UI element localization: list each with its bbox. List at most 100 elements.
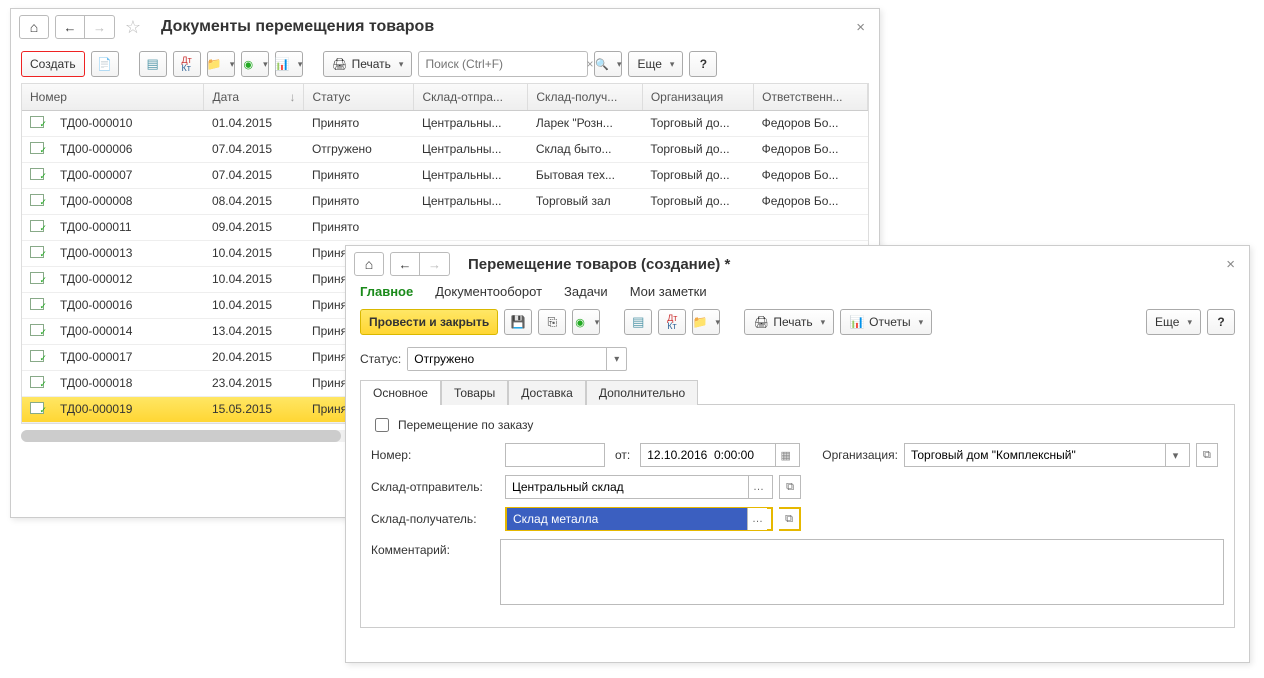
post-button[interactable] — [538, 309, 566, 335]
table-row[interactable]: ТД00-00001109.04.2015Принято — [22, 214, 868, 240]
back-button[interactable] — [55, 15, 85, 39]
cell-date: 10.04.2015 — [204, 292, 304, 318]
cell-org: Торговый до... — [642, 162, 753, 188]
search-options-button[interactable] — [594, 51, 622, 77]
favorite-button[interactable]: ☆ — [121, 17, 145, 38]
home-button[interactable] — [354, 252, 384, 276]
org-dropdown-button[interactable]: ▾ — [1165, 444, 1185, 466]
move-by-order-checkbox[interactable] — [375, 418, 389, 432]
print-button[interactable]: Печать — [744, 309, 834, 335]
table-row[interactable]: ТД00-00000707.04.2015ПринятоЦентральны..… — [22, 162, 868, 188]
subtab-main[interactable]: Основное — [360, 380, 441, 405]
date-input[interactable] — [641, 444, 775, 466]
recipient-select-button[interactable]: … — [747, 508, 767, 530]
status-combo[interactable]: ▾ — [407, 347, 627, 371]
list-button[interactable] — [624, 309, 652, 335]
create-button[interactable]: Создать — [21, 51, 85, 77]
cell-resp: Федоров Бо... — [754, 136, 868, 162]
recipient-open-button[interactable] — [779, 508, 799, 530]
subtab-additional[interactable]: Дополнительно — [586, 380, 698, 405]
help-button[interactable]: ? — [689, 51, 717, 77]
print-icon — [332, 56, 348, 72]
edo-button[interactable] — [572, 309, 600, 335]
number-input-wrap — [505, 443, 605, 467]
form-body: Перемещение по заказу Номер: от: Организ… — [360, 405, 1235, 628]
more-button[interactable]: Еще — [628, 51, 683, 77]
sender-open-button[interactable] — [780, 476, 800, 498]
status-dropdown-button[interactable]: ▾ — [606, 348, 626, 370]
tab-tasks[interactable]: Задачи — [564, 284, 608, 299]
search-box[interactable]: × — [418, 51, 588, 77]
help-button[interactable]: ? — [1207, 309, 1235, 335]
document-icon — [30, 324, 44, 336]
post-and-close-button[interactable]: Провести и закрыть — [360, 309, 498, 335]
scrollbar-thumb[interactable] — [21, 430, 341, 442]
recipient-input[interactable] — [507, 508, 747, 530]
tab-main[interactable]: Главное — [360, 284, 413, 299]
save-icon — [510, 314, 526, 330]
number-label: Номер: — [371, 448, 499, 462]
sender-select-button[interactable]: … — [748, 476, 768, 498]
org-input[interactable] — [905, 444, 1165, 466]
print-button[interactable]: Печать — [323, 51, 413, 77]
more-button[interactable]: Еще — [1146, 309, 1201, 335]
search-input[interactable] — [423, 56, 582, 72]
create-basis-button[interactable] — [207, 51, 235, 77]
recipient-input-wrap: … — [505, 507, 773, 531]
column-header[interactable]: Дата↓ — [204, 84, 304, 110]
column-header[interactable]: Склад-получ... — [528, 84, 642, 110]
forward-button[interactable] — [85, 15, 115, 39]
document-icon — [30, 194, 44, 206]
date-input-wrap — [640, 443, 800, 467]
sender-row: Склад-отправитель: … — [371, 475, 1224, 499]
copy-button[interactable] — [91, 51, 119, 77]
table-row[interactable]: ТД00-00000607.04.2015ОтгруженоЦентральны… — [22, 136, 868, 162]
save-button[interactable] — [504, 309, 532, 335]
subtab-delivery[interactable]: Доставка — [508, 380, 586, 405]
document-icon — [30, 116, 44, 128]
sender-input[interactable] — [506, 476, 748, 498]
magnifier-icon — [595, 56, 609, 72]
column-header[interactable]: Номер — [22, 84, 204, 110]
table-row[interactable]: ТД00-00001001.04.2015ПринятоЦентральны..… — [22, 110, 868, 136]
org-input-wrap: ▾ — [904, 443, 1190, 467]
cell-number: ТД00-000017 — [52, 344, 204, 370]
home-icon — [361, 256, 377, 272]
sender-label: Склад-отправитель: — [371, 480, 499, 494]
back-button[interactable] — [390, 252, 420, 276]
reports-button[interactable] — [275, 51, 303, 77]
dtkt-button[interactable]: ДтКт — [658, 309, 686, 335]
number-input[interactable] — [506, 444, 602, 466]
cell-to: Ларек "Розн... — [528, 110, 642, 136]
list-icon — [630, 314, 646, 330]
close-button[interactable]: × — [1220, 256, 1241, 273]
column-header[interactable]: Организация — [642, 84, 753, 110]
comment-textarea[interactable] — [500, 539, 1224, 605]
column-header[interactable]: Статус — [304, 84, 414, 110]
move-by-order-label: Перемещение по заказу — [398, 418, 533, 432]
create-basis-button[interactable] — [692, 309, 720, 335]
title-bar: ☆ Документы перемещения товаров × — [11, 9, 879, 45]
dtkt-button[interactable]: ДтКт — [173, 51, 201, 77]
org-open-button[interactable] — [1197, 444, 1217, 466]
recipient-label: Склад-получатель: — [371, 512, 499, 526]
forward-button[interactable] — [420, 252, 450, 276]
list-button[interactable] — [139, 51, 167, 77]
column-header[interactable]: Склад-отпра... — [414, 84, 528, 110]
cell-from: Центральны... — [414, 110, 528, 136]
close-button[interactable]: × — [850, 19, 871, 36]
table-row[interactable]: ТД00-00000808.04.2015ПринятоЦентральны..… — [22, 188, 868, 214]
reports-button[interactable]: Отчеты — [840, 309, 932, 335]
status-input[interactable] — [408, 348, 606, 370]
from-label: от: — [615, 448, 630, 462]
sender-open-wrap — [779, 475, 801, 499]
edo-button[interactable] — [241, 51, 269, 77]
cell-to: Торговый зал — [528, 188, 642, 214]
tab-docflow[interactable]: Документооборот — [435, 284, 542, 299]
column-header[interactable]: Ответственн... — [754, 84, 868, 110]
home-button[interactable] — [19, 15, 49, 39]
cell-date: 07.04.2015 — [204, 162, 304, 188]
date-picker-button[interactable] — [775, 444, 795, 466]
tab-notes[interactable]: Мои заметки — [630, 284, 707, 299]
subtab-goods[interactable]: Товары — [441, 380, 508, 405]
